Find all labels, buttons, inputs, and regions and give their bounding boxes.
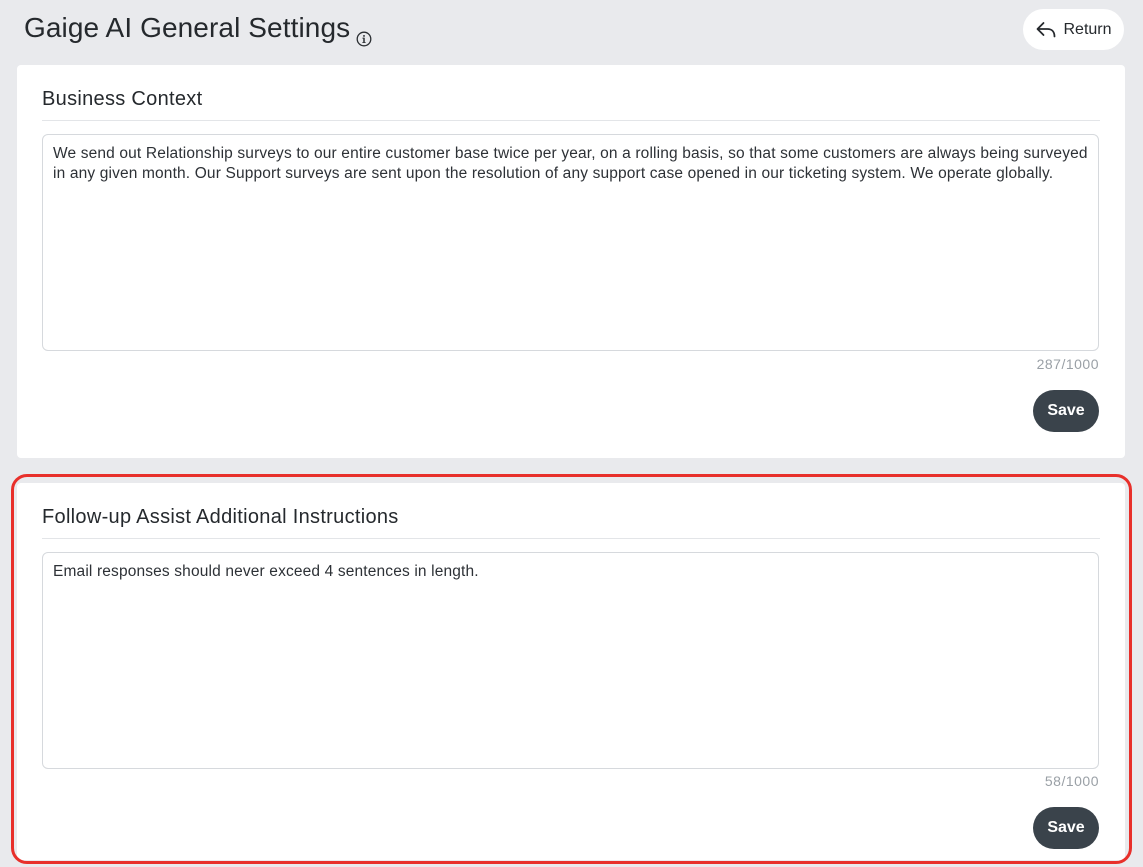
followup-instructions-card: Follow-up Assist Additional Instructions…: [17, 483, 1125, 860]
page-title-text: Gaige AI General Settings: [24, 12, 351, 43]
page-header: Gaige AI General Settings Return: [0, 0, 1143, 62]
business-context-textarea[interactable]: [42, 134, 1099, 351]
business-context-save-button[interactable]: Save: [1033, 390, 1099, 432]
info-icon[interactable]: [356, 22, 372, 47]
reply-arrow-icon: [1035, 20, 1057, 40]
page-title: Gaige AI General Settings: [24, 12, 372, 47]
business-context-card: Business Context 287/1000 Save: [17, 65, 1125, 458]
card-divider: [42, 538, 1100, 539]
return-button-label: Return: [1063, 20, 1112, 38]
followup-instructions-textarea[interactable]: [42, 552, 1099, 769]
followup-instructions-save-button[interactable]: Save: [1033, 807, 1099, 849]
followup-instructions-char-count: 58/1000: [1044, 773, 1099, 789]
card-divider: [42, 120, 1100, 121]
settings-page: Gaige AI General Settings Return Busines…: [0, 0, 1143, 867]
business-context-title: Business Context: [42, 88, 203, 110]
business-context-char-count: 287/1000: [1036, 356, 1099, 372]
followup-instructions-title: Follow-up Assist Additional Instructions: [42, 506, 399, 528]
return-button[interactable]: Return: [1023, 9, 1124, 50]
